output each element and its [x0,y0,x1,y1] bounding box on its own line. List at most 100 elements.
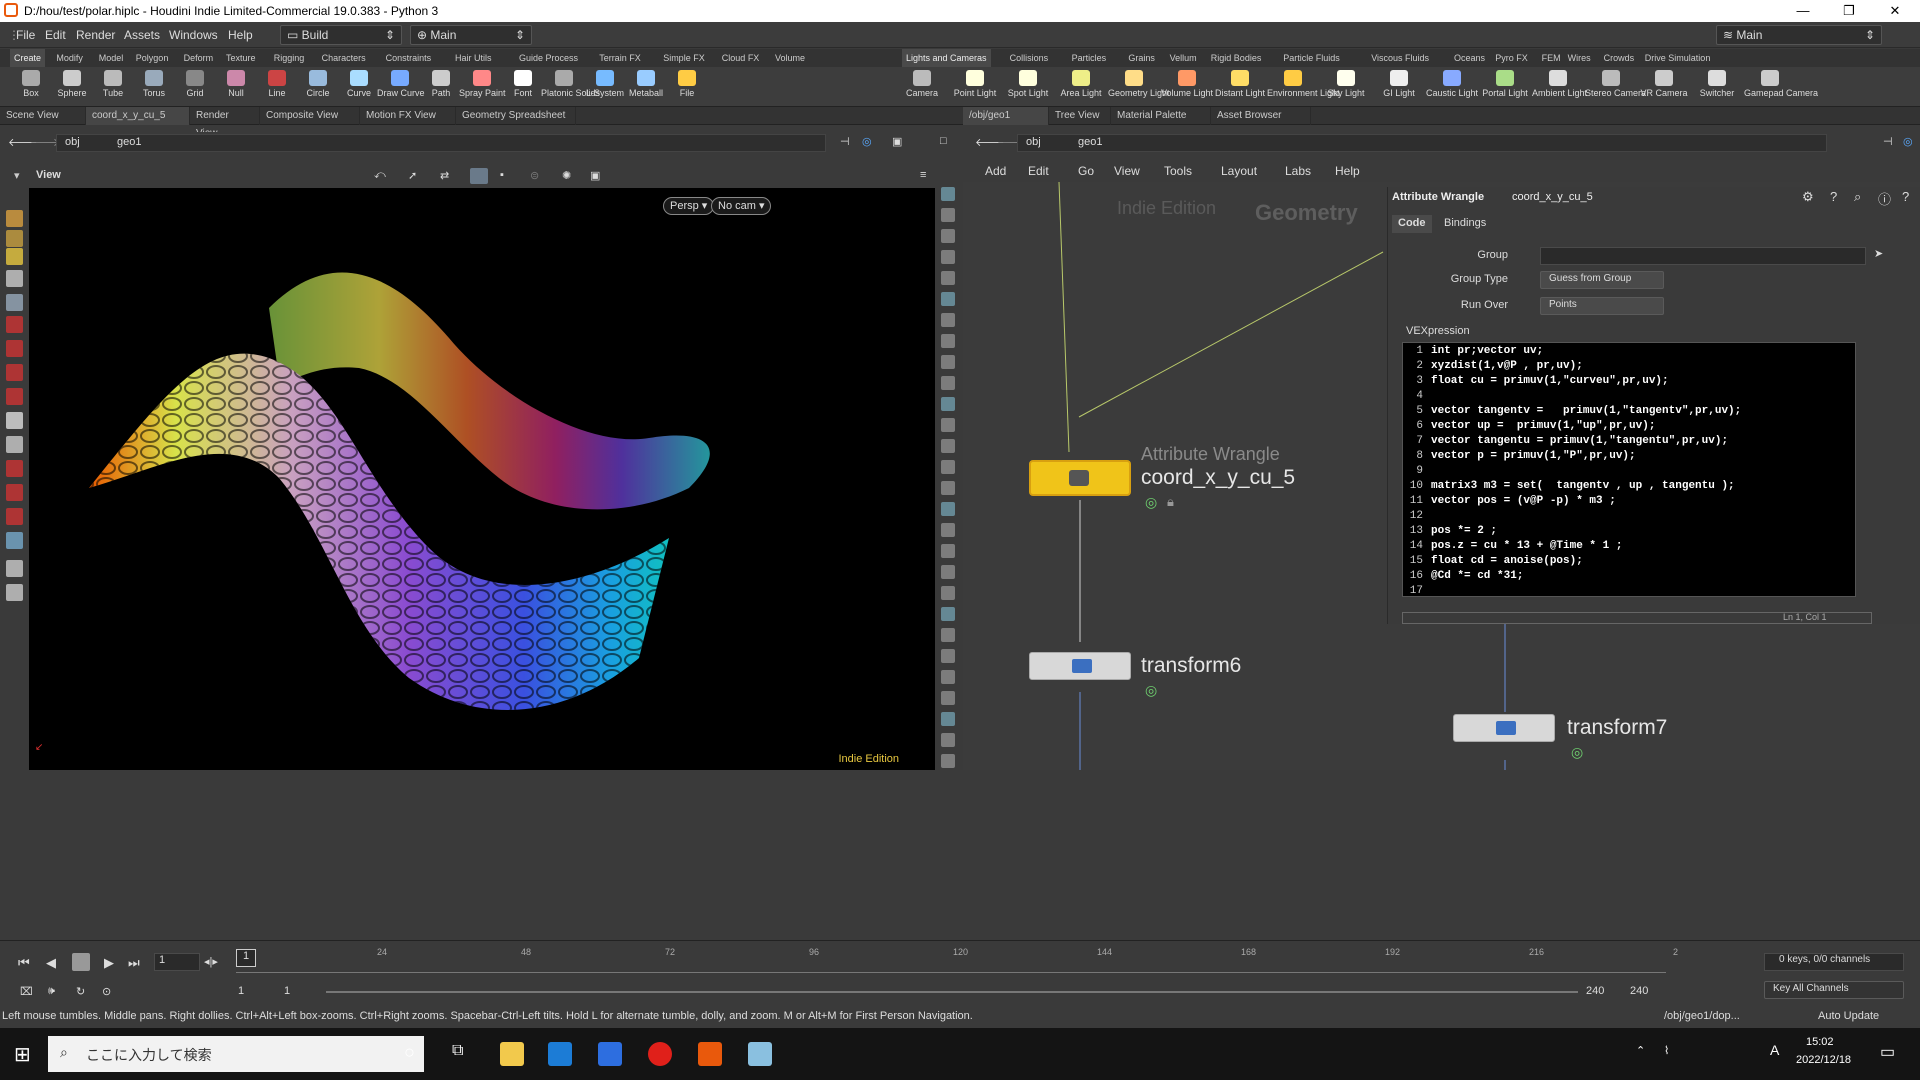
camera-icon[interactable] [470,168,488,184]
shelf-tab-create[interactable]: Create [10,49,46,67]
left-tool-12-icon[interactable] [6,484,23,501]
net-link-icon[interactable]: ◎ [1903,135,1913,148]
display-tool-19-icon[interactable] [941,586,955,600]
shelf-tab-rigid-bodies[interactable]: Rigid Bodies [1207,49,1266,67]
close-button[interactable]: ✕ [1872,0,1918,22]
tool-distant-light[interactable]: Distant Light [1214,67,1266,107]
tool-vr-camera[interactable]: VR Camera [1638,67,1690,107]
grid-icon[interactable]: ⊜ [530,169,539,182]
auto-update[interactable]: Auto Update [1818,1010,1879,1022]
tool-draw-curve[interactable]: Draw Curve [377,67,425,107]
tool-font[interactable]: Font [500,67,546,107]
net-menu-labs[interactable]: Labs [1285,164,1311,178]
shelf-tab-texture[interactable]: Texture [222,49,260,67]
group-field[interactable] [1540,247,1866,265]
shelf-tab-pyro-fx[interactable]: Pyro FX [1491,49,1532,67]
param-question-icon[interactable]: ? [1902,189,1909,204]
display-tool-27-icon[interactable] [941,754,955,768]
snap-icon[interactable]: ⇄ [440,169,449,182]
display-tool-5-icon[interactable] [941,292,955,306]
vex-code-editor[interactable]: 1 int pr;vector uv; 2 xyzdist(1,v@P , pr,uv… [1402,342,1856,597]
display-tool-3-icon[interactable] [941,250,955,264]
display-tool-21-icon[interactable] [941,628,955,642]
menu-edit[interactable]: Edit [45,28,66,42]
display-tool-26-icon[interactable] [941,733,955,747]
cortana-icon[interactable]: ○ [404,1042,415,1063]
net-menu-add[interactable]: Add [985,164,1006,178]
wrangle-node-name[interactable]: coord_x_y_cu_5 [1141,466,1295,490]
left-tool-16-icon[interactable] [6,584,23,601]
shelf-tab-fem[interactable]: FEM [1538,49,1565,67]
left-tab-render-view[interactable]: Render View [190,107,260,139]
stop-icon[interactable] [72,953,90,971]
link-icon[interactable]: ◎ [862,135,872,148]
menu-windows[interactable]: Windows [169,28,218,42]
display-tool-0-icon[interactable] [941,187,955,201]
shelf-tab-hair-utils[interactable]: Hair Utils [451,49,496,67]
transform7-name[interactable]: transform7 [1567,716,1667,740]
range-end-2[interactable]: 240 [1630,985,1648,997]
tab-bindings[interactable]: Bindings [1438,215,1492,233]
tool-camera[interactable]: Camera [896,67,948,107]
audio-icon[interactable]: 🕪︎ [48,985,55,998]
left-tool-8-icon[interactable] [6,388,23,405]
left-tab-scene-view[interactable]: Scene View [0,107,86,125]
group-type-select[interactable]: Guess from Group [1540,271,1664,289]
tab-code[interactable]: Code [1392,215,1432,233]
transform7-node[interactable] [1453,714,1555,742]
minimize-button[interactable]: — [1780,0,1826,22]
display-tool-1-icon[interactable] [941,208,955,222]
right-tab-material-palette[interactable]: Material Palette [1111,107,1211,125]
menu-file[interactable]: File [16,28,35,42]
tool-circle[interactable]: Circle [295,67,341,107]
notepad-icon[interactable] [748,1042,772,1066]
shelf-tab-wires[interactable]: Wires [1564,49,1595,67]
maximize-button[interactable]: ❐ [1826,0,1872,22]
opera-icon[interactable] [648,1042,672,1066]
maximize-pane-icon[interactable]: □ [940,135,947,147]
left-tool-7-icon[interactable] [6,364,23,381]
menu-assets[interactable]: Assets [124,28,160,42]
param-node-name[interactable]: coord_x_y_cu_5 [1512,191,1593,203]
transform6-name[interactable]: transform6 [1141,654,1241,678]
shelf-tab-particles[interactable]: Particles [1068,49,1111,67]
clock-time[interactable]: 15:02 [1806,1036,1834,1048]
tool-volume-light[interactable]: Volume Light [1161,67,1213,107]
ime-indicator[interactable]: A [1770,1042,1779,1058]
left-tab-geometry-spreadsheet[interactable]: Geometry Spreadsheet [456,107,576,125]
frame-field[interactable]: 1 [154,953,200,971]
viewport-menu-icon[interactable]: ≡ [920,169,926,181]
status-path[interactable]: /obj/geo1/dop... [1664,1010,1740,1022]
desktop-dropdown[interactable]: ▭ Build ⇕ [280,25,402,45]
mail-icon[interactable] [548,1042,572,1066]
snapshot-icon[interactable]: ▣ [892,135,902,148]
tool-l-system[interactable]: L-System [582,67,628,107]
display-tool-8-icon[interactable] [941,355,955,369]
shelf-tab-vellum[interactable]: Vellum [1166,49,1201,67]
run-over-select[interactable]: Points [1540,297,1664,315]
net-menu-go[interactable]: Go [1078,164,1094,178]
shelf-tab-constraints[interactable]: Constraints [382,49,436,67]
display-tool-7-icon[interactable] [941,334,955,348]
path-field[interactable]: obj geo1 [56,134,826,152]
left-tool-3-icon[interactable] [6,270,23,287]
left-tool-4-icon[interactable] [6,294,23,311]
net-menu-view[interactable]: View [1114,164,1140,178]
shelf-tab-particle-fluids[interactable]: Particle Fluids [1279,49,1344,67]
tray-chevron-icon[interactable]: ⌃ [1636,1044,1645,1057]
display-options-icon[interactable]: ▣ [590,169,600,182]
range-start-2[interactable]: 1 [284,985,290,997]
net-menu-tools[interactable]: Tools [1164,164,1192,178]
shelf-tab-viscous-fluids[interactable]: Viscous Fluids [1367,49,1433,67]
tool-geometry-light[interactable]: Geometry Light [1108,67,1170,107]
net-menu-edit[interactable]: Edit [1028,164,1049,178]
tool-spray-paint[interactable]: Spray Paint [459,67,506,107]
display-tool-17-icon[interactable] [941,544,955,558]
left-tool-5-icon[interactable] [6,316,23,333]
go-end-icon[interactable]: ⏭ [128,955,140,971]
wrangle-node[interactable] [1029,460,1131,496]
right-tab-tree-view[interactable]: Tree View [1049,107,1111,125]
tool-sphere[interactable]: Sphere [49,67,95,107]
display-tool-11-icon[interactable] [941,418,955,432]
display-tool-13-icon[interactable] [941,460,955,474]
